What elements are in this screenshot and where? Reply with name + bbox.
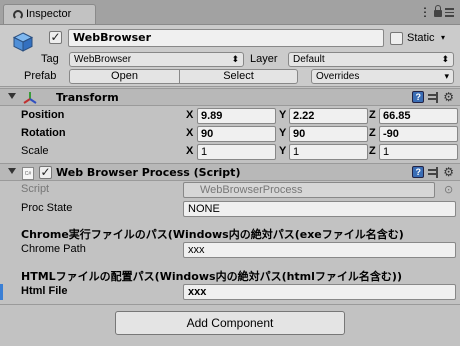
- position-x-label[interactable]: X: [186, 109, 193, 121]
- prefab-overrides-dropdown[interactable]: Overrides ▾: [311, 69, 454, 84]
- inspector-icon: [13, 10, 23, 20]
- rotation-z-label[interactable]: Z: [369, 127, 376, 139]
- scale-z-field[interactable]: 1: [379, 144, 458, 160]
- tag-dropdown[interactable]: WebBrowser ⬍: [69, 52, 244, 67]
- add-component-button[interactable]: Add Component: [115, 311, 345, 335]
- scale-x-label[interactable]: X: [186, 145, 193, 157]
- script-component-title: Web Browser Process (Script): [56, 166, 241, 179]
- scale-y-field[interactable]: 1: [289, 144, 368, 160]
- layer-label: Layer: [250, 53, 278, 65]
- transform-title: Transform: [56, 91, 119, 104]
- position-y-field[interactable]: 2.22: [289, 108, 368, 124]
- html-file-label: Html File: [21, 285, 68, 297]
- position-x-field[interactable]: 9.89: [197, 108, 276, 124]
- gameobject-cube-icon: [12, 32, 34, 52]
- rotation-x-label[interactable]: X: [186, 127, 193, 139]
- layer-dropdown[interactable]: Default ⬍: [288, 52, 454, 67]
- scale-y-label[interactable]: Y: [279, 145, 286, 157]
- rotation-label: Rotation: [21, 127, 66, 139]
- component-divider: [0, 304, 460, 305]
- prefab-open-button[interactable]: Open: [69, 69, 180, 84]
- tab-inspector[interactable]: Inspector: [3, 4, 96, 24]
- active-checkbox[interactable]: ✓: [49, 31, 62, 44]
- scale-label: Scale: [21, 145, 49, 157]
- scale-x-field[interactable]: 1: [197, 144, 276, 160]
- foldout-arrow-icon[interactable]: [8, 168, 16, 174]
- overrides-label: Overrides: [316, 71, 360, 82]
- menu-icon[interactable]: [445, 8, 454, 17]
- transform-header[interactable]: Transform ? ⚙: [0, 88, 460, 106]
- position-z-field[interactable]: 66.85: [379, 108, 458, 124]
- foldout-arrow-icon[interactable]: [8, 93, 16, 99]
- prefab-select-button[interactable]: Select: [180, 69, 298, 84]
- static-checkbox[interactable]: [390, 32, 403, 45]
- html-file-field[interactable]: xxx: [183, 284, 456, 300]
- kebab-menu-icon[interactable]: ⋮: [419, 6, 431, 18]
- script-component-header[interactable]: C# ✓ Web Browser Process (Script) ? ⚙: [0, 163, 460, 181]
- position-z-label[interactable]: Z: [369, 109, 376, 121]
- rotation-y-label[interactable]: Y: [279, 127, 286, 139]
- preset-icon[interactable]: [428, 91, 439, 103]
- html-section-header: HTMLファイルの配置パス(Windows内の絶対パス(htmlファイル名含む)…: [21, 270, 402, 283]
- preset-icon[interactable]: [428, 166, 439, 178]
- static-label: Static: [407, 32, 435, 44]
- proc-state-label: Proc State: [21, 202, 73, 214]
- chrome-path-field[interactable]: xxx: [183, 242, 456, 258]
- field-focus-indicator: [0, 284, 3, 300]
- script-reference-field: WebBrowserProcess: [183, 182, 435, 198]
- help-icon[interactable]: ?: [412, 91, 425, 103]
- tag-label: Tag: [41, 53, 59, 65]
- tag-dropdown-value: WebBrowser: [74, 54, 132, 65]
- chrome-section-header: Chrome実行ファイルのパス(Windows内の絶対パス(exeファイル名含む…: [21, 228, 404, 241]
- transform-axis-icon: [23, 92, 37, 104]
- scale-z-label[interactable]: Z: [369, 145, 376, 157]
- tab-bar: Inspector ⋮: [0, 0, 460, 24]
- rotation-z-field[interactable]: -90: [379, 126, 458, 142]
- gameobject-name-field[interactable]: WebBrowser: [68, 29, 384, 47]
- script-reference-value: WebBrowserProcess: [200, 184, 303, 196]
- gameobject-header: ✓ WebBrowser Static ▾ Tag WebBrowser ⬍ L…: [0, 25, 460, 87]
- static-dropdown-icon[interactable]: ▾: [441, 33, 445, 42]
- window-buttons: ⋮: [419, 5, 454, 18]
- layer-dropdown-value: Default: [293, 54, 325, 65]
- rotation-x-field[interactable]: 90: [197, 126, 276, 142]
- proc-state-field[interactable]: NONE: [183, 201, 456, 217]
- gear-icon[interactable]: ⚙: [443, 166, 454, 178]
- chevron-down-icon: ⬍: [231, 54, 239, 64]
- script-label: Script: [21, 183, 50, 195]
- tab-label: Inspector: [26, 8, 72, 20]
- object-picker-icon: ⊙: [444, 184, 454, 196]
- script-file-icon: C#: [22, 167, 34, 180]
- rotation-y-field[interactable]: 90: [289, 126, 368, 142]
- chevron-down-icon: ⬍: [441, 54, 449, 64]
- position-y-label[interactable]: Y: [279, 109, 286, 121]
- gear-icon[interactable]: ⚙: [443, 91, 454, 103]
- help-icon[interactable]: ?: [412, 166, 425, 178]
- script-header-icons: ? ⚙: [412, 166, 454, 178]
- prefab-label: Prefab: [24, 70, 57, 82]
- position-label: Position: [21, 109, 65, 121]
- chrome-path-label: Chrome Path: [21, 243, 86, 255]
- transform-header-icons: ? ⚙: [412, 91, 454, 103]
- inspector-panel: ✓ WebBrowser Static ▾ Tag WebBrowser ⬍ L…: [0, 24, 460, 346]
- script-enabled-checkbox[interactable]: ✓: [39, 166, 52, 179]
- chevron-down-icon: ▾: [444, 71, 449, 81]
- lock-icon[interactable]: [434, 5, 442, 17]
